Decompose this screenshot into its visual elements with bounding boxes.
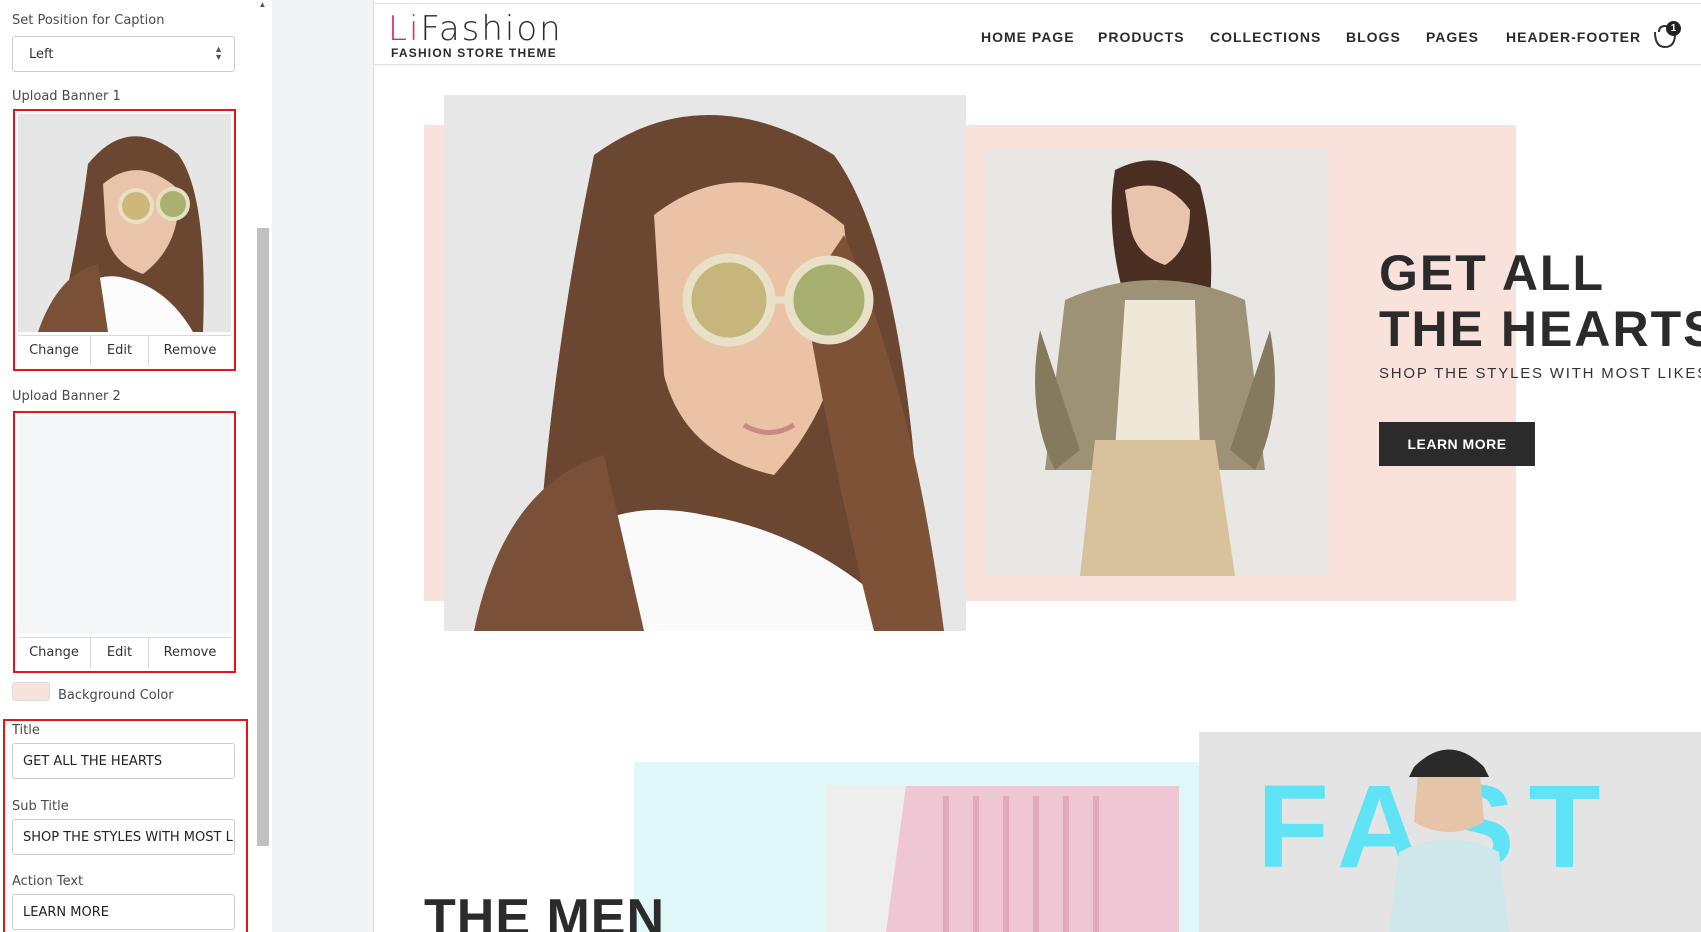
select-arrows-icon: ▲ ▼ bbox=[214, 44, 223, 62]
hero-second-photo bbox=[985, 150, 1328, 576]
hero-subtitle: SHOP THE STYLES WITH MOST LIKES bbox=[1379, 365, 1701, 382]
banner2-change-button[interactable]: Change bbox=[18, 638, 91, 668]
hero-main-photo bbox=[444, 95, 966, 631]
nav-blogs[interactable]: BLOGS bbox=[1346, 29, 1401, 45]
banner1-remove-button[interactable]: Remove bbox=[149, 336, 231, 366]
nav-products[interactable]: PRODUCTS bbox=[1098, 29, 1185, 45]
store-logo[interactable]: LiFashion bbox=[388, 9, 563, 49]
learn-more-button[interactable]: LEARN MORE bbox=[1379, 422, 1535, 466]
action-text-label: Action Text bbox=[12, 874, 84, 889]
men-section-title: THE MEN bbox=[424, 889, 665, 932]
hero-title: GET ALL THE HEARTS bbox=[1379, 245, 1701, 357]
nav-header-footer[interactable]: HEADER-FOOTER bbox=[1506, 29, 1641, 45]
banner1-change-button[interactable]: Change bbox=[18, 336, 91, 366]
banner2-label: Upload Banner 2 bbox=[12, 389, 121, 404]
title-input[interactable]: GET ALL THE HEARTS bbox=[12, 743, 235, 779]
preview-gutter bbox=[272, 0, 373, 932]
nav-pages[interactable]: PAGES bbox=[1426, 29, 1479, 45]
banner1-edit-button[interactable]: Edit bbox=[91, 336, 149, 366]
background-color-label: Background Color bbox=[58, 688, 174, 703]
fast-graphic-block: FAST bbox=[1199, 732, 1701, 932]
banner1-actions: Change Edit Remove bbox=[18, 335, 231, 366]
store-header: LiFashion FASHION STORE THEME HOME PAGE … bbox=[374, 3, 1701, 65]
nav-collections[interactable]: COLLECTIONS bbox=[1210, 29, 1321, 45]
background-color-swatch[interactable] bbox=[12, 682, 50, 701]
title-label: Title bbox=[12, 723, 40, 738]
store-tagline: FASHION STORE THEME bbox=[391, 46, 557, 60]
banner2-actions: Change Edit Remove bbox=[18, 637, 231, 668]
scroll-up-arrow-icon[interactable]: ▲ bbox=[256, 0, 269, 12]
banner2-thumbnail[interactable] bbox=[18, 416, 231, 634]
settings-panel: Set Position for Caption Left ▲ ▼ Upload … bbox=[0, 0, 250, 932]
banner2-edit-button[interactable]: Edit bbox=[91, 638, 149, 668]
banner1-upload: Change Edit Remove bbox=[13, 109, 236, 371]
subtitle-input[interactable]: SHOP THE STYLES WITH MOST LIKES bbox=[12, 819, 235, 855]
logo-rest: Fashion bbox=[420, 9, 563, 49]
caption-position-value: Left bbox=[29, 47, 54, 62]
banner1-thumbnail[interactable] bbox=[18, 114, 231, 332]
cart-count-badge: 1 bbox=[1666, 21, 1681, 36]
store-preview: LiFashion FASHION STORE THEME HOME PAGE … bbox=[373, 0, 1701, 932]
banner1-label: Upload Banner 1 bbox=[12, 89, 121, 104]
subtitle-label: Sub Title bbox=[12, 799, 69, 814]
banner2-remove-button[interactable]: Remove bbox=[149, 638, 231, 668]
logo-accent: Li bbox=[388, 9, 421, 49]
nav-home-page[interactable]: HOME PAGE bbox=[981, 29, 1075, 45]
caption-position-label: Set Position for Caption bbox=[12, 13, 165, 28]
panel-scrollbar-thumb[interactable] bbox=[257, 228, 269, 846]
banner2-upload: Change Edit Remove bbox=[13, 411, 236, 673]
action-text-input[interactable]: LEARN MORE bbox=[12, 894, 235, 930]
men-section-photo bbox=[826, 786, 1179, 932]
caption-position-select[interactable]: Left ▲ ▼ bbox=[12, 36, 235, 72]
